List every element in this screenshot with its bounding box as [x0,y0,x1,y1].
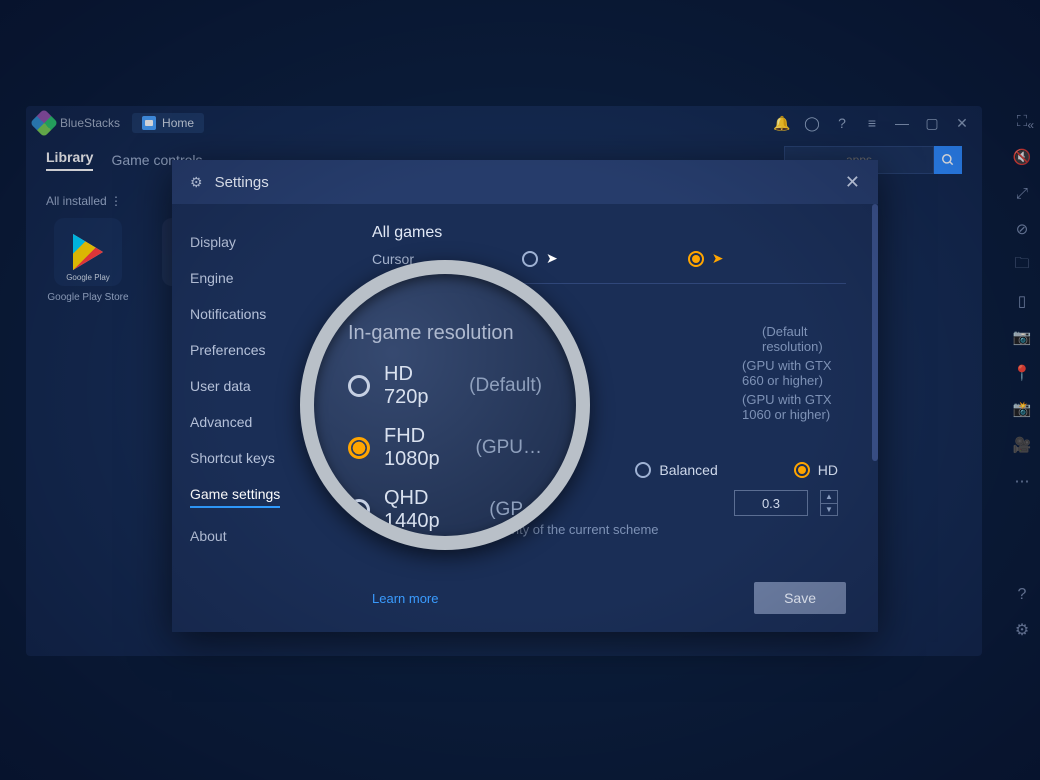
radio-indicator [348,499,370,521]
graphics-option-hd[interactable]: HD [794,462,838,478]
block-icon[interactable]: ⊘ [1013,220,1031,238]
app-tile-google-play[interactable]: Google Play Google Play Store [46,218,130,303]
home-icon [142,116,156,130]
app-title: BlueStacks [60,116,120,130]
graphics-option-label: HD [818,462,838,478]
location-icon[interactable]: 📍 [1013,364,1031,382]
lens-title: In-game resolution [348,322,542,345]
settings-title: Settings [215,174,269,191]
settings-gear-icon: ⚙ [190,174,203,191]
cursor-option-orange[interactable]: ➤ [688,250,724,267]
magnifier-lens: In-game resolution HD 720p (Default) FHD… [300,260,590,550]
lens-option-1080p: FHD 1080p (GPU… [348,425,542,471]
camera2-icon[interactable]: 📸 [1013,400,1031,418]
lens-option-hint: (GPU… [476,437,543,459]
lens-option-label: FHD 1080p [384,425,462,471]
settings-close-button[interactable]: ✕ [845,172,860,193]
google-play-icon: Google Play [54,218,122,286]
save-button[interactable]: Save [754,582,846,614]
learn-more-link[interactable]: Learn more [372,591,438,606]
sidebar-item-game-settings[interactable]: Game settings [190,486,280,508]
tab-home[interactable]: Home [132,113,204,133]
cursor-option-default[interactable]: ➤ [522,250,558,267]
radio-indicator [794,462,810,478]
lens-option-label: HD 720p [384,363,455,409]
lens-option-label: QHD 1440p [384,487,475,533]
volume-mute-icon[interactable]: 🔇 [1013,148,1031,166]
fullscreen-icon[interactable]: ⛶ [1013,112,1031,130]
more-icon[interactable]: ⋯ [1013,472,1031,490]
help2-icon[interactable]: ? [1018,586,1027,604]
radio-indicator [522,251,538,267]
radio-indicator [348,437,370,459]
settings-header: ⚙ Settings ✕ [172,160,878,204]
nav-library[interactable]: Library [46,149,93,171]
phone-icon[interactable]: ▯ [1013,292,1031,310]
help-icon[interactable]: ? [830,111,854,135]
folder-icon[interactable]: 🗀 [1013,256,1031,274]
close-icon[interactable]: ✕ [950,111,974,135]
maximize-icon[interactable]: ▢ [920,111,944,135]
menu-icon[interactable]: ≡ [860,111,884,135]
radio-indicator [688,251,704,267]
search-icon [941,153,955,167]
video-icon[interactable]: 🎥 [1013,436,1031,454]
account-icon[interactable]: ◯ [800,111,824,135]
scrollbar[interactable] [872,204,878,461]
camera-icon[interactable]: 📷 [1013,328,1031,346]
side-toolbar-bottom: ? ⚙ [1008,586,1036,640]
titlebar: BlueStacks Home 🔔 ◯ ? ≡ — ▢ ✕ [26,106,982,140]
graphics-option-label: Balanced [659,462,717,478]
sensitivity-stepper: ▲ ▼ [820,490,838,516]
stepper-down[interactable]: ▼ [821,504,837,516]
minimize-icon[interactable]: — [890,111,914,135]
side-toolbar: ⛶ 🔇 ⤢ ⊘ 🗀 ▯ 📷 📍 📸 🎥 ⋯ [1008,112,1036,490]
gear-icon[interactable]: ⚙ [1015,620,1029,640]
lens-option-720p: HD 720p (Default) [348,363,542,409]
radio-indicator [635,462,651,478]
tab-home-label: Home [162,116,194,130]
search-button[interactable] [934,146,962,174]
resolution-hint-0: (Default resolution) [762,324,846,354]
resolution-hint-2: (GPU with GTX 1060 or higher) [742,392,846,422]
cursor-default-icon: ➤ [546,250,558,267]
expand-icon[interactable]: ⤢ [1013,184,1031,202]
sidebar-item-display[interactable]: Display [172,224,340,260]
lens-option-1440p: QHD 1440p (GP… [348,487,542,533]
app-tile-label: Google Play Store [47,292,128,303]
lens-option-hint: (Default) [469,375,542,397]
radio-indicator [348,375,370,397]
panel-heading: All games [372,224,846,242]
stepper-up[interactable]: ▲ [821,491,837,504]
settings-footer: Learn more Save [372,582,846,614]
lens-option-hint: (GP… [489,499,542,521]
bell-icon[interactable]: 🔔 [770,111,794,135]
cursor-orange-icon: ➤ [712,250,724,267]
bluestacks-logo-icon [30,109,58,137]
resolution-hint-1: (GPU with GTX 660 or higher) [742,358,846,388]
sensitivity-input[interactable] [734,490,808,516]
graphics-option-balanced[interactable]: Balanced [635,462,717,478]
